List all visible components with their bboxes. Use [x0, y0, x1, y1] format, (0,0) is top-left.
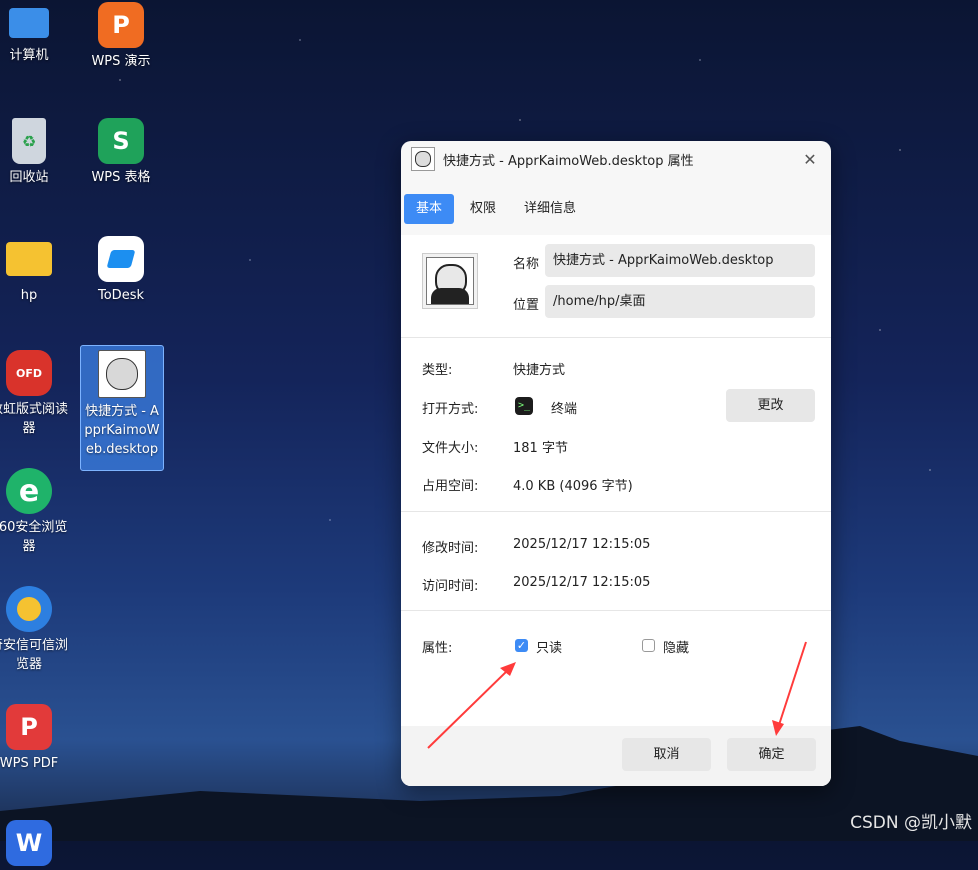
file-preview-icon: [422, 253, 478, 309]
desktop-icon-wps-writer[interactable]: W: [0, 820, 70, 870]
desktop-icon-todesk[interactable]: ToDesk: [80, 236, 162, 305]
tab-basic[interactable]: 基本: [404, 193, 455, 224]
folder-icon: [6, 242, 52, 276]
name-label: 名称: [513, 257, 540, 272]
hidden-checkbox[interactable]: [642, 639, 655, 652]
desktop-icon-label: 回收站: [9, 170, 49, 185]
size-label: 文件大小:: [422, 441, 479, 456]
type-label: 类型:: [422, 363, 453, 378]
modified-label: 修改时间:: [422, 541, 479, 556]
wps-pdf-icon: P: [6, 704, 52, 750]
divider: [401, 511, 831, 512]
tab-details[interactable]: 详细信息: [512, 194, 588, 224]
open-with-value: 终端: [551, 402, 578, 417]
divider: [401, 610, 831, 611]
location-field[interactable]: /home/hp/桌面: [545, 285, 815, 318]
todesk-icon: [98, 236, 144, 282]
shortcut-file-icon: [411, 147, 435, 171]
desktop-icon-wps-spreadsheet[interactable]: S WPS 表格: [80, 118, 162, 187]
dialog-title: 快捷方式 - ApprKaimoWeb.desktop 属性: [443, 153, 694, 169]
dialog-titlebar: 快捷方式 - ApprKaimoWeb.desktop 属性 ✕: [401, 141, 831, 177]
desktop-icon-folder-hp[interactable]: hp: [0, 236, 70, 305]
accessed-label: 访问时间:: [422, 579, 479, 594]
divider: [401, 337, 831, 338]
readonly-checkbox[interactable]: ✓: [515, 639, 528, 652]
computer-icon: [9, 8, 49, 38]
desktop-icon-label: 计算机: [9, 48, 49, 63]
desktop-icon-label: WPS PDF: [0, 756, 59, 771]
desktop-icon-wps-pdf[interactable]: P WPS PDF: [0, 704, 70, 773]
desktop-icon-wps-presentation[interactable]: P WPS 演示: [80, 2, 162, 71]
desktop-icon-label: WPS 演示: [91, 54, 151, 69]
wps-presentation-icon: P: [98, 2, 144, 48]
recycle-bin-icon: ♻: [12, 118, 46, 164]
desktop-icon-label: hp: [20, 288, 38, 303]
wps-writer-icon: W: [6, 820, 52, 866]
tab-bar: 基本 权限 详细信息: [401, 177, 831, 224]
desktop-icon-label: WPS 表格: [91, 170, 151, 185]
disk-usage-value: 4.0 KB (4096 字节): [513, 479, 633, 494]
desktop-icon-label: ToDesk: [98, 288, 144, 303]
name-field[interactable]: 快捷方式 - ApprKaimoWeb.desktop: [545, 244, 815, 277]
close-icon[interactable]: ✕: [799, 150, 821, 169]
360-browser-icon: e: [6, 468, 52, 514]
desktop-icon-360-browser[interactable]: e 360安全浏览器: [0, 468, 70, 556]
hidden-label: 隐藏: [663, 641, 690, 656]
ok-button[interactable]: 确定: [727, 738, 816, 771]
type-value: 快捷方式: [513, 363, 566, 378]
desktop-icon-shortcut-selected[interactable]: 快捷方式 - ApprKaimoWeb.desktop: [80, 345, 164, 471]
desktop-icon-label: 数虹版式阅读器: [0, 402, 68, 436]
desktop-icon-ofd-reader[interactable]: OFD 数虹版式阅读器: [0, 350, 70, 438]
change-button[interactable]: 更改: [726, 389, 815, 422]
attributes-label: 属性:: [422, 641, 453, 656]
desktop-icon-recycle-bin[interactable]: ♻ 回收站: [0, 118, 70, 187]
desktop-icon-computer[interactable]: 计算机: [0, 2, 70, 65]
basic-panel: 名称 快捷方式 - ApprKaimoWeb.desktop 位置 /home/…: [401, 235, 831, 786]
ofd-reader-icon: OFD: [6, 350, 52, 396]
desktop-icon-label: 奇安信可信浏览器: [0, 638, 68, 672]
open-with-label: 打开方式:: [422, 402, 479, 417]
properties-dialog: 快捷方式 - ApprKaimoWeb.desktop 属性 ✕ 基本 权限 详…: [401, 141, 831, 786]
desktop-icon-label: 360安全浏览器: [0, 520, 68, 554]
cancel-button[interactable]: 取消: [622, 738, 711, 771]
disk-usage-label: 占用空间:: [422, 479, 479, 494]
desktop-icon-qianxin-browser[interactable]: 奇安信可信浏览器: [0, 586, 70, 674]
accessed-value: 2025/12/17 12:15:05: [513, 575, 651, 590]
anime-avatar-icon: [426, 257, 474, 305]
size-value: 181 字节: [513, 441, 568, 456]
wps-spreadsheet-icon: S: [98, 118, 144, 164]
location-label: 位置: [513, 298, 540, 313]
shortcut-anime-avatar-icon: [98, 350, 146, 398]
desktop-icon-label: 快捷方式 - ApprKaimoWeb.desktop: [84, 404, 160, 457]
tab-permissions[interactable]: 权限: [458, 194, 508, 224]
readonly-label: 只读: [536, 641, 563, 656]
modified-value: 2025/12/17 12:15:05: [513, 537, 651, 552]
watermark: CSDN @凯小默: [850, 813, 972, 833]
dialog-footer: 取消 确定: [401, 726, 831, 786]
terminal-icon: >_: [515, 397, 533, 415]
qianxin-browser-icon: [6, 586, 52, 632]
